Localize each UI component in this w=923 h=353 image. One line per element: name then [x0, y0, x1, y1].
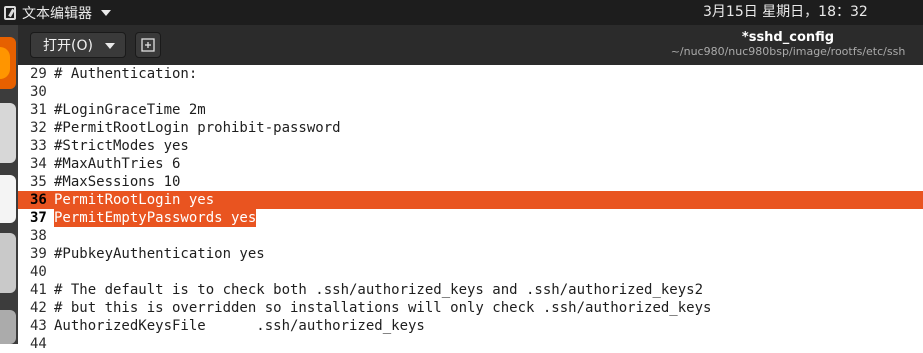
editor-line[interactable]: 41 # The default is to check both .ssh/au…	[18, 281, 923, 299]
editor-line[interactable]: 40	[18, 263, 923, 281]
editor-line[interactable]: 29 # Authentication:	[18, 65, 923, 83]
editor-line[interactable]: 33 #StrictModes yes	[18, 137, 923, 155]
open-button-label: 打开(O)	[43, 38, 93, 54]
line-number: 34	[30, 156, 47, 172]
app-name: 文本编辑器	[22, 5, 92, 22]
line-number: 42	[30, 300, 47, 316]
line-number: 44	[30, 336, 47, 352]
text-editor[interactable]: 29 # Authentication: 30 31 #LoginGraceTime…	[18, 65, 923, 352]
editor-line-selected[interactable]: 37 PermitEmptyPasswords yes	[18, 209, 923, 227]
firefox-icon[interactable]	[0, 37, 16, 89]
files-icon[interactable]	[0, 103, 16, 163]
chevron-down-icon	[101, 9, 111, 16]
line-text[interactable]: #PermitRootLogin prohibit-password	[54, 119, 341, 137]
new-document-button[interactable]	[135, 32, 161, 58]
dock	[0, 25, 18, 344]
editor-line[interactable]: 31 #LoginGraceTime 2m	[18, 101, 923, 119]
line-text[interactable]: #PubkeyAuthentication yes	[54, 245, 265, 263]
line-number: 36	[30, 192, 47, 208]
editor-line[interactable]: 38	[18, 227, 923, 245]
document-title: *sshd_config	[741, 30, 835, 45]
editor-line[interactable]: 44	[18, 335, 923, 353]
header-bar: 打开(O) *sshd_config ~/nuc980/nuc980bsp/im…	[18, 25, 923, 65]
line-number: 40	[30, 264, 47, 280]
line-text[interactable]: # The default is to check both .ssh/auth…	[54, 281, 703, 299]
line-text[interactable]: # but this is overridden so installation…	[54, 299, 711, 317]
line-text[interactable]: PermitRootLogin yes	[54, 191, 214, 209]
line-number: 35	[30, 174, 47, 190]
editor-line[interactable]: 35 #MaxSessions 10	[18, 173, 923, 191]
editor-line[interactable]: 39 #PubkeyAuthentication yes	[18, 245, 923, 263]
line-number: 43	[30, 318, 47, 334]
line-text[interactable]: #StrictModes yes	[54, 137, 189, 155]
app-icon[interactable]	[0, 310, 16, 344]
app-icon[interactable]	[0, 233, 16, 293]
line-text[interactable]: #MaxSessions 10	[54, 173, 180, 191]
app-menu[interactable]: 文本编辑器	[4, 0, 111, 25]
editor-line[interactable]: 30	[18, 83, 923, 101]
line-text[interactable]: #MaxAuthTries 6	[54, 155, 180, 173]
line-number: 38	[30, 228, 47, 244]
line-number: 29	[30, 66, 47, 82]
line-number: 31	[30, 102, 47, 118]
text-editor-icon	[4, 5, 16, 20]
open-button[interactable]: 打开(O)	[30, 32, 126, 58]
line-number: 41	[30, 282, 47, 298]
line-number: 39	[30, 246, 47, 262]
editor-line[interactable]: 34 #MaxAuthTries 6	[18, 155, 923, 173]
line-number: 33	[30, 138, 47, 154]
line-text[interactable]: #LoginGraceTime 2m	[54, 101, 206, 119]
top-bar: 文本编辑器 3月15日 星期日，18：32	[0, 0, 923, 25]
line-text[interactable]: # Authentication:	[54, 65, 197, 83]
document-path: ~/nuc980/nuc980bsp/image/rootfs/etc/ssh	[670, 45, 906, 58]
line-text[interactable]: AuthorizedKeysFile .ssh/authorized_keys	[54, 317, 425, 335]
clock[interactable]: 3月15日 星期日，18：32	[703, 0, 868, 25]
new-document-icon	[141, 38, 155, 52]
app-icon[interactable]	[0, 175, 16, 223]
editor-line[interactable]: 32 #PermitRootLogin prohibit-password	[18, 119, 923, 137]
editor-line[interactable]: 42 # but this is overridden so installati…	[18, 299, 923, 317]
line-number: 32	[30, 120, 47, 136]
line-text[interactable]: PermitEmptyPasswords yes	[54, 209, 257, 227]
chevron-down-icon	[105, 43, 115, 49]
line-number: 30	[30, 84, 47, 100]
editor-line[interactable]: 43 AuthorizedKeysFile .ssh/authorized_key…	[18, 317, 923, 335]
editor-line-selected[interactable]: 36 PermitRootLogin yes	[18, 191, 923, 209]
line-number: 37	[30, 210, 47, 226]
